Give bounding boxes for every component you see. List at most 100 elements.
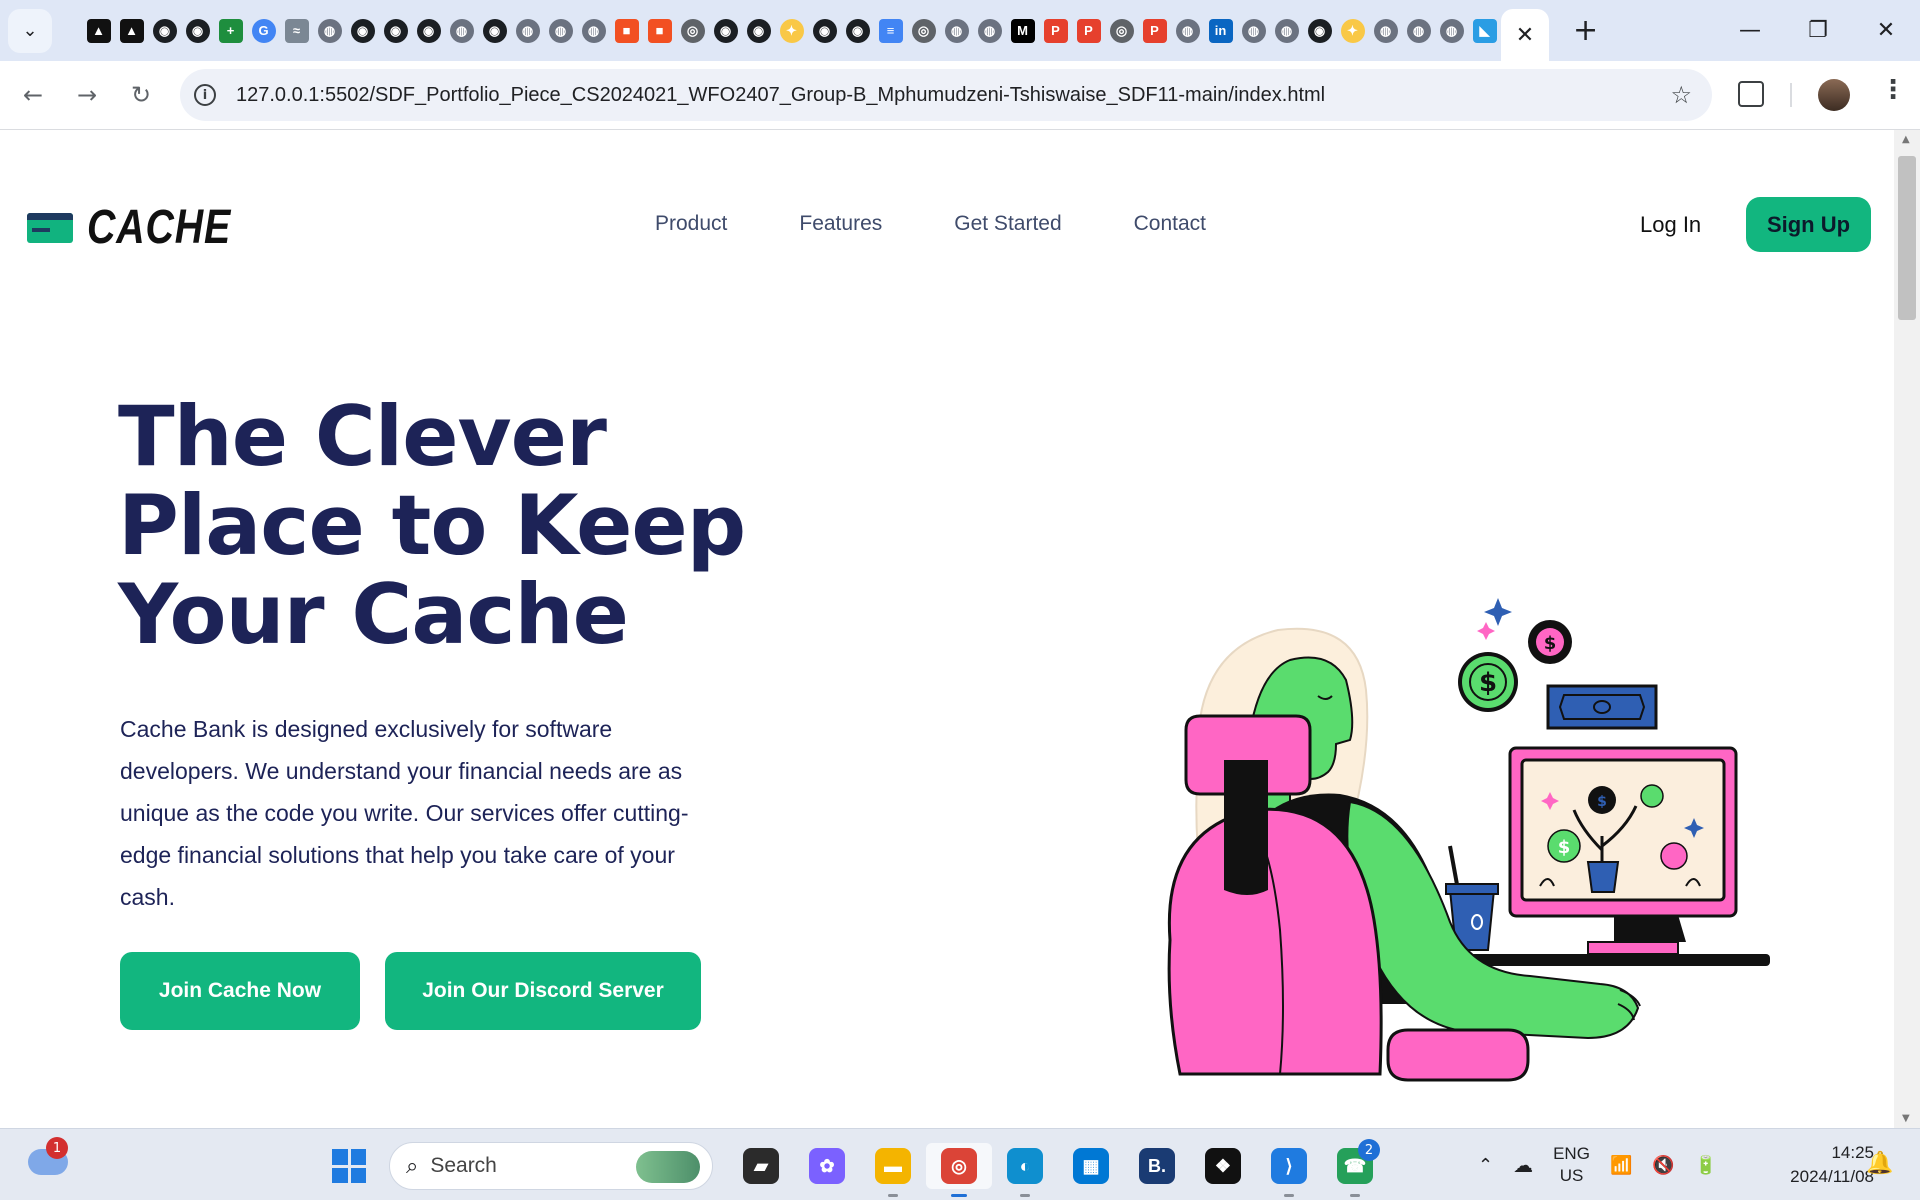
- browser-tab[interactable]: ◎: [1105, 11, 1138, 51]
- browser-tab[interactable]: M: [1006, 11, 1039, 51]
- scroll-down-arrow-icon[interactable]: ▼: [1902, 1113, 1910, 1124]
- close-window-icon[interactable]: ✕: [1852, 18, 1920, 43]
- restore-icon[interactable]: ❐: [1784, 18, 1852, 43]
- back-icon[interactable]: ←: [6, 81, 60, 109]
- browser-tab[interactable]: ◉: [181, 11, 214, 51]
- onedrive-icon[interactable]: ☁: [1513, 1153, 1533, 1178]
- browser-tab[interactable]: P: [1039, 11, 1072, 51]
- nav-product[interactable]: Product: [655, 212, 727, 236]
- forward-icon[interactable]: →: [60, 81, 114, 109]
- browser-tab[interactable]: ◍: [544, 11, 577, 51]
- clock[interactable]: 14:25 2024/11/08: [1752, 1141, 1874, 1189]
- browser-tab[interactable]: ◍: [511, 11, 544, 51]
- browser-tab[interactable]: ◎: [907, 11, 940, 51]
- browser-tab[interactable]: ◉: [742, 11, 775, 51]
- browser-tab[interactable]: ◍: [1270, 11, 1303, 51]
- login-link[interactable]: Log In: [1640, 212, 1701, 238]
- taskbar-app-whatsapp[interactable]: ☎ 2: [1322, 1139, 1388, 1197]
- browser-tab[interactable]: ◉: [841, 11, 874, 51]
- minimize-icon[interactable]: —: [1716, 18, 1784, 43]
- scroll-up-arrow-icon[interactable]: ▲: [1902, 134, 1910, 145]
- bookmark-star-icon[interactable]: ☆: [1670, 81, 1692, 109]
- browser-tab[interactable]: ◍: [1435, 11, 1468, 51]
- browser-tab[interactable]: ▲: [115, 11, 148, 51]
- taskbar-app-file-explorer-alt[interactable]: ▰: [728, 1143, 794, 1189]
- taskbar-search[interactable]: ⌕ Search: [389, 1142, 713, 1190]
- taskbar-app-file-explorer[interactable]: ▬: [860, 1143, 926, 1197]
- github-icon: ◉: [383, 18, 408, 43]
- browser-tab[interactable]: ◍: [973, 11, 1006, 51]
- hero-description: Cache Bank is designed exclusively for s…: [120, 716, 689, 910]
- extensions-icon[interactable]: [1738, 81, 1764, 107]
- active-tab[interactable]: ✕: [1501, 9, 1549, 61]
- browser-tab[interactable]: ◍: [1237, 11, 1270, 51]
- battery-icon[interactable]: 🔋: [1695, 1155, 1717, 1176]
- site-logo[interactable]: CACHE: [27, 200, 263, 255]
- medium-icon: M: [1010, 18, 1035, 43]
- browser-tab[interactable]: P: [1072, 11, 1105, 51]
- taskbar-app-store[interactable]: ▦: [1058, 1143, 1124, 1189]
- browser-tab[interactable]: ◉: [1303, 11, 1336, 51]
- browser-tab[interactable]: ■: [643, 11, 676, 51]
- browser-tab[interactable]: ◉: [412, 11, 445, 51]
- browser-tab[interactable]: ◍: [313, 11, 346, 51]
- mute-icon[interactable]: 🔇: [1652, 1155, 1674, 1176]
- browser-tab[interactable]: ◉: [148, 11, 181, 51]
- join-discord-button[interactable]: Join Our Discord Server: [385, 952, 701, 1030]
- browser-tab[interactable]: in: [1204, 11, 1237, 51]
- signup-button[interactable]: Sign Up: [1746, 197, 1871, 252]
- browser-tab[interactable]: ■: [610, 11, 643, 51]
- nav-contact[interactable]: Contact: [1134, 212, 1206, 236]
- browser-tab[interactable]: ◉: [379, 11, 412, 51]
- browser-tab[interactable]: ◉: [709, 11, 742, 51]
- taskbar-app-edge[interactable]: ◐: [992, 1143, 1058, 1197]
- start-button[interactable]: [332, 1149, 366, 1183]
- browser-tab[interactable]: ◍: [1171, 11, 1204, 51]
- browser-tab[interactable]: ✦: [775, 11, 808, 51]
- edge-icon: ◐: [1007, 1148, 1043, 1184]
- wifi-icon[interactable]: 📶: [1610, 1155, 1632, 1176]
- globe-icon: ◍: [317, 18, 342, 43]
- join-cache-button[interactable]: Join Cache Now: [120, 952, 360, 1030]
- site-info-icon[interactable]: i: [194, 84, 216, 106]
- browser-tab[interactable]: ◉: [478, 11, 511, 51]
- new-tab-button[interactable]: +: [1573, 15, 1598, 46]
- tab-search-button[interactable]: ⌄: [8, 8, 52, 53]
- taskbar-app-dropbox[interactable]: ❖: [1190, 1143, 1256, 1189]
- browser-tab[interactable]: ◍: [1369, 11, 1402, 51]
- browser-tab[interactable]: ◉: [808, 11, 841, 51]
- page-scrollbar[interactable]: ▲ ▼: [1894, 130, 1920, 1128]
- notification-bell-icon[interactable]: 🔔: [1866, 1151, 1893, 1176]
- browser-tab[interactable]: P: [1138, 11, 1171, 51]
- browser-tab[interactable]: +: [214, 11, 247, 51]
- address-bar[interactable]: i 127.0.0.1:5502/SDF_Portfolio_Piece_CS2…: [180, 69, 1712, 121]
- nav-get-started[interactable]: Get Started: [954, 212, 1061, 236]
- taskbar-app-booking[interactable]: B.: [1124, 1143, 1190, 1189]
- browser-tab[interactable]: ◣: [1468, 11, 1501, 51]
- browser-menu-icon[interactable]: ⋮: [1880, 75, 1906, 105]
- browser-tab[interactable]: ≈: [280, 11, 313, 51]
- browser-tab[interactable]: ≡: [874, 11, 907, 51]
- toolbar-divider: [1790, 83, 1792, 107]
- show-hidden-icons-icon[interactable]: ⌃: [1478, 1155, 1493, 1176]
- scroll-thumb[interactable]: [1898, 156, 1916, 320]
- nav-features[interactable]: Features: [799, 212, 882, 236]
- browser-tab[interactable]: ◍: [1402, 11, 1435, 51]
- taskbar-app-chrome[interactable]: ◎: [926, 1143, 992, 1197]
- browser-tab[interactable]: ✦: [1336, 11, 1369, 51]
- browser-tab[interactable]: ◎: [676, 11, 709, 51]
- profile-avatar[interactable]: [1818, 79, 1850, 111]
- browser-tab[interactable]: ◍: [940, 11, 973, 51]
- tab-list: ▲ ▲ ◉ ◉ + G ≈ ◍ ◉ ◉ ◉ ◍ ◉ ◍ ◍ ◍ ■ ■ ◎ ◉ ◉ ✦ ◉ ◉ ≡ ◎ ◍ ◍ M P P ◎ P ◍ in ◍ ◍ ◉ ✦…: [82, 0, 1501, 61]
- browser-tab[interactable]: ◍: [577, 11, 610, 51]
- reload-icon[interactable]: ↻: [114, 81, 168, 109]
- browser-tab[interactable]: ◉: [346, 11, 379, 51]
- language-indicator[interactable]: ENG US: [1553, 1143, 1590, 1187]
- browser-tab[interactable]: ◍: [445, 11, 478, 51]
- taskbar-app-vscode[interactable]: ⟩: [1256, 1143, 1322, 1197]
- browser-tab[interactable]: G: [247, 11, 280, 51]
- taskbar-app-copilot[interactable]: ✿: [794, 1143, 860, 1189]
- close-tab-icon[interactable]: ✕: [1516, 23, 1534, 48]
- url-text[interactable]: 127.0.0.1:5502/SDF_Portfolio_Piece_CS202…: [236, 84, 1325, 107]
- browser-tab[interactable]: ▲: [82, 11, 115, 51]
